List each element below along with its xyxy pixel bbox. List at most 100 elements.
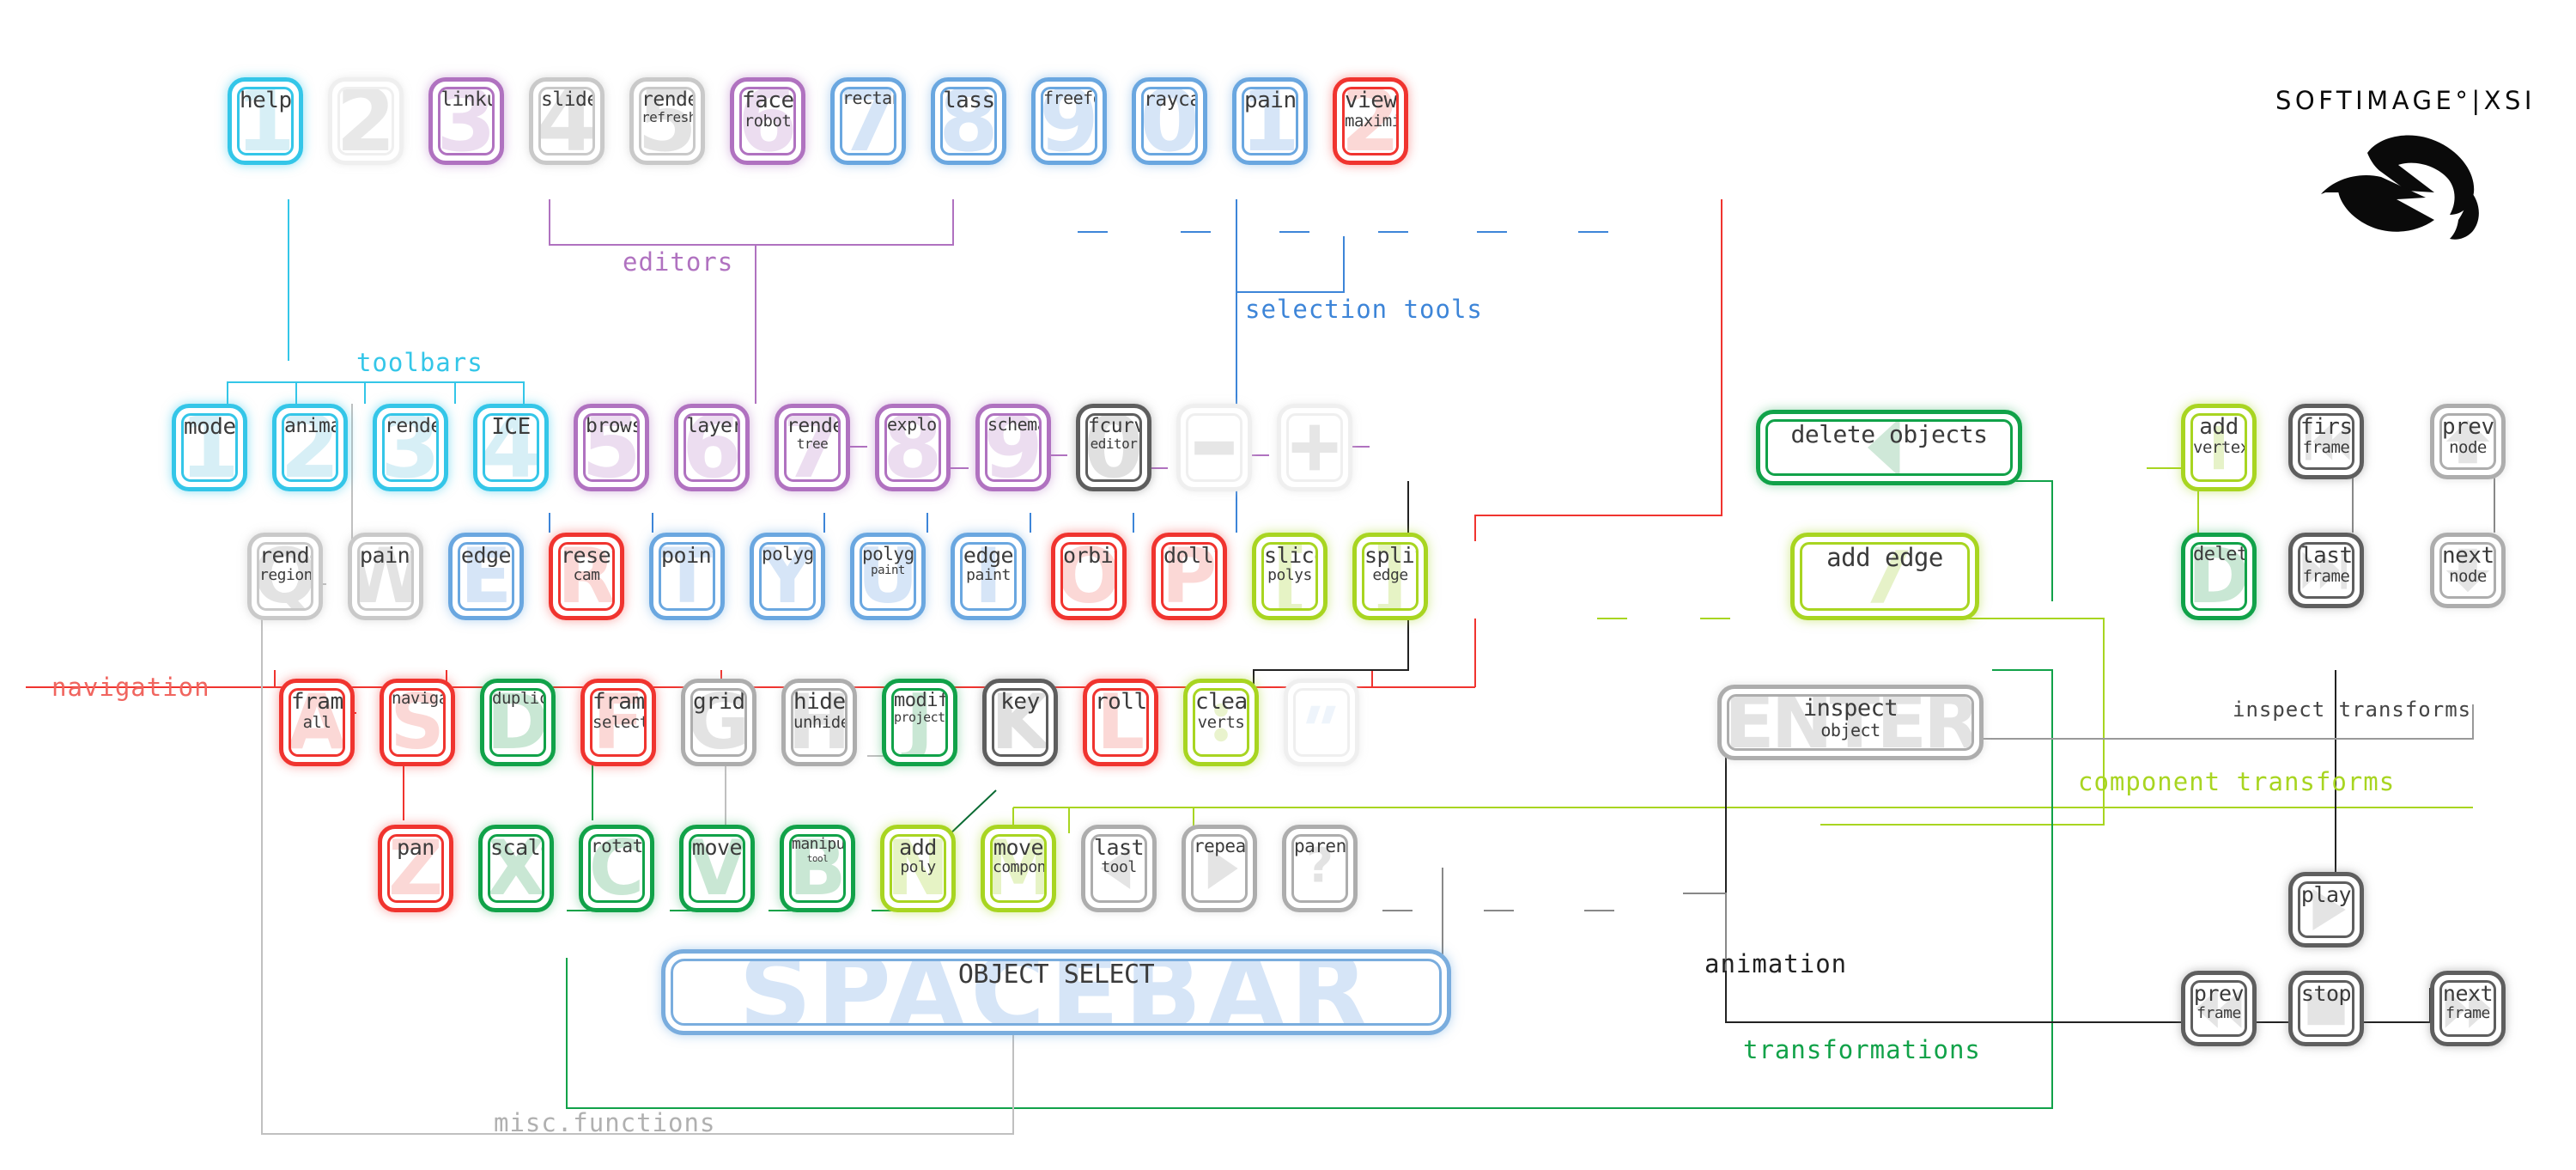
key-model-key[interactable]: 1model [172, 404, 247, 491]
key-polygon-key[interactable]: Upolygonpaint [850, 533, 926, 620]
key-label: renderrefresh [641, 89, 693, 125]
key-help-key[interactable]: 1 help [228, 77, 303, 165]
key-label: viewmaximize [1345, 89, 1396, 131]
key-prev-key[interactable]: prev frame [2181, 971, 2257, 1046]
key-stop-key[interactable]: stop [2288, 971, 2364, 1046]
key--key[interactable] [1277, 404, 1352, 491]
key-label-primary: fcurve [1088, 415, 1139, 437]
key-linkup-key[interactable]: 3linkup [428, 77, 504, 165]
key-spacebar[interactable]: SPACEBAR OBJECT SELECT [661, 949, 1451, 1035]
key-lasso-key[interactable]: 8lasso [931, 77, 1006, 165]
key-label: add poly [892, 837, 944, 876]
key-face-key[interactable]: 6 face robot [730, 77, 805, 165]
key-last-key[interactable]: last frame [2288, 533, 2364, 608]
key-face: prev frame [2190, 980, 2247, 1037]
key-label-primary: freeform [1043, 88, 1095, 108]
key-polygon-key[interactable]: Ypolygon [750, 533, 825, 620]
key-manipulate-key[interactable]: Bmanipulatetool [780, 825, 855, 912]
key-move-key[interactable]: Mmovecomponent [981, 825, 1056, 912]
key-duplicate-key[interactable]: Dduplicate [480, 679, 556, 766]
key-label: play [2300, 884, 2352, 906]
key-render-key[interactable]: 7rendertree [775, 404, 850, 491]
key-face: 4 ICE [483, 413, 539, 482]
key-move-key[interactable]: Vmove [679, 825, 755, 912]
key-face: Hhideunhide [791, 688, 848, 757]
key-raycast-key[interactable]: 0raycast [1132, 77, 1207, 165]
key-prev-key[interactable]: prev node [2430, 404, 2506, 479]
key-roll-key[interactable]: Lroll [1083, 679, 1158, 766]
key-freeform-key[interactable]: 9freeform [1031, 77, 1107, 165]
key-face: 7rectangle [840, 87, 896, 155]
key-edge-key[interactable]: Eedge [448, 533, 524, 620]
key-delete-objects-key[interactable]: delete objects [1756, 410, 2022, 485]
key-frame-key[interactable]: Aframeall [279, 679, 355, 766]
key-play-key[interactable]: play [2288, 872, 2364, 948]
key-navigate-key[interactable]: Snavigate [380, 679, 455, 766]
key-label: polygon [762, 545, 813, 564]
key-label-secondary: verts [1197, 713, 1245, 733]
key-label: last tool [1093, 837, 1145, 876]
key-face: 8lasso [940, 87, 997, 155]
key-repeat-key[interactable]: repeat [1182, 825, 1257, 912]
key-face: 5renderrefresh [639, 87, 696, 155]
key-split-key[interactable]: ]splitedge [1352, 533, 1428, 620]
key-next-key[interactable]: next frame [2430, 971, 2506, 1046]
key-label-primary: face [742, 88, 794, 113]
key-reset-key[interactable]: Rresetcam [549, 533, 624, 620]
key-paint-key[interactable]: Wpaint [348, 533, 423, 620]
key-add-edge-key[interactable]: add edge [1790, 533, 1979, 620]
key-label: roll [1095, 691, 1146, 714]
key-delete-key[interactable]: Ddelete [2181, 533, 2257, 620]
key-orbit-key[interactable]: Oorbit [1051, 533, 1127, 620]
key-render-key[interactable]: Qrenderregion [247, 533, 323, 620]
key--key[interactable] [1284, 679, 1359, 766]
key-animate-key[interactable]: 2animate [272, 404, 348, 491]
key-rotate-key[interactable]: Crotate [579, 825, 654, 912]
key-next-key[interactable]: next node [2430, 533, 2506, 608]
key-render-key[interactable]: 3render [373, 404, 448, 491]
key-first-key[interactable]: firstframe [2288, 404, 2364, 479]
key-fcurve-key[interactable]: 0fcurveeditor [1076, 404, 1151, 491]
key-label-primary: first [2300, 414, 2353, 440]
key-hide-key[interactable]: Hhideunhide [781, 679, 857, 766]
key-schematic-key[interactable]: 9schematic [975, 404, 1051, 491]
key-last-key[interactable]: last tool [1081, 825, 1157, 912]
key-label: rendertree [787, 416, 838, 452]
key--key[interactable] [1176, 404, 1252, 491]
key-edge-key[interactable]: Iedge paint [951, 533, 1026, 620]
key-view-key[interactable]: 2viewmaximize [1333, 77, 1408, 165]
key-point-key[interactable]: Tpoint [649, 533, 725, 620]
key-label-secondary: all [302, 713, 331, 733]
key-paint-key[interactable]: 1paint [1232, 77, 1308, 165]
key-frame-key[interactable]: Fframeselected [580, 679, 656, 766]
key-clean-key[interactable]: cleanverts [1183, 679, 1259, 766]
key-slice-key[interactable]: [slicepolys [1252, 533, 1327, 620]
key-browser-key[interactable]: 5browser [574, 404, 649, 491]
key-slider-key[interactable]: 4slider [529, 77, 605, 165]
key-add-key[interactable]: Naddpoly [880, 825, 956, 912]
key-parent-key[interactable]: ?parent [1282, 825, 1358, 912]
key-grid-key[interactable]: Ggrid [681, 679, 756, 766]
key-label-primary: render [259, 543, 311, 568]
key-ice-key[interactable]: 4 ICE [473, 404, 549, 491]
key-label: parent [1294, 837, 1346, 856]
key-label-secondary: projection [894, 710, 945, 726]
key-pan-key[interactable]: Zpan [378, 825, 453, 912]
key-render-key[interactable]: 5renderrefresh [629, 77, 705, 165]
category-label-misc-functions: misc.functions [494, 1108, 716, 1137]
key-key-key[interactable]: Kkey [982, 679, 1058, 766]
key-add-key[interactable]: add vertex [2181, 404, 2257, 491]
key-label-primary: rotate [591, 836, 643, 856]
key-face: Ggrid [690, 688, 747, 757]
key-face: play [2298, 881, 2354, 938]
key-2-key[interactable]: 2 [328, 77, 404, 165]
key-inspect-key[interactable]: ENTER inspect object [1717, 685, 1984, 760]
key-rectangle-key[interactable]: 7rectangle [830, 77, 906, 165]
key-layers-key[interactable]: 6layers [674, 404, 750, 491]
key-explorer-key[interactable]: 8explorer [875, 404, 951, 491]
brand-wordmark: SOFTIMAGE°|XSI [2275, 86, 2536, 115]
key-dolly-key[interactable]: Pdolly [1151, 533, 1227, 620]
key-face: 2 [337, 87, 394, 155]
key-modify-key[interactable]: Jmodifyprojection [882, 679, 957, 766]
key-scale-key[interactable]: Xscale [478, 825, 554, 912]
